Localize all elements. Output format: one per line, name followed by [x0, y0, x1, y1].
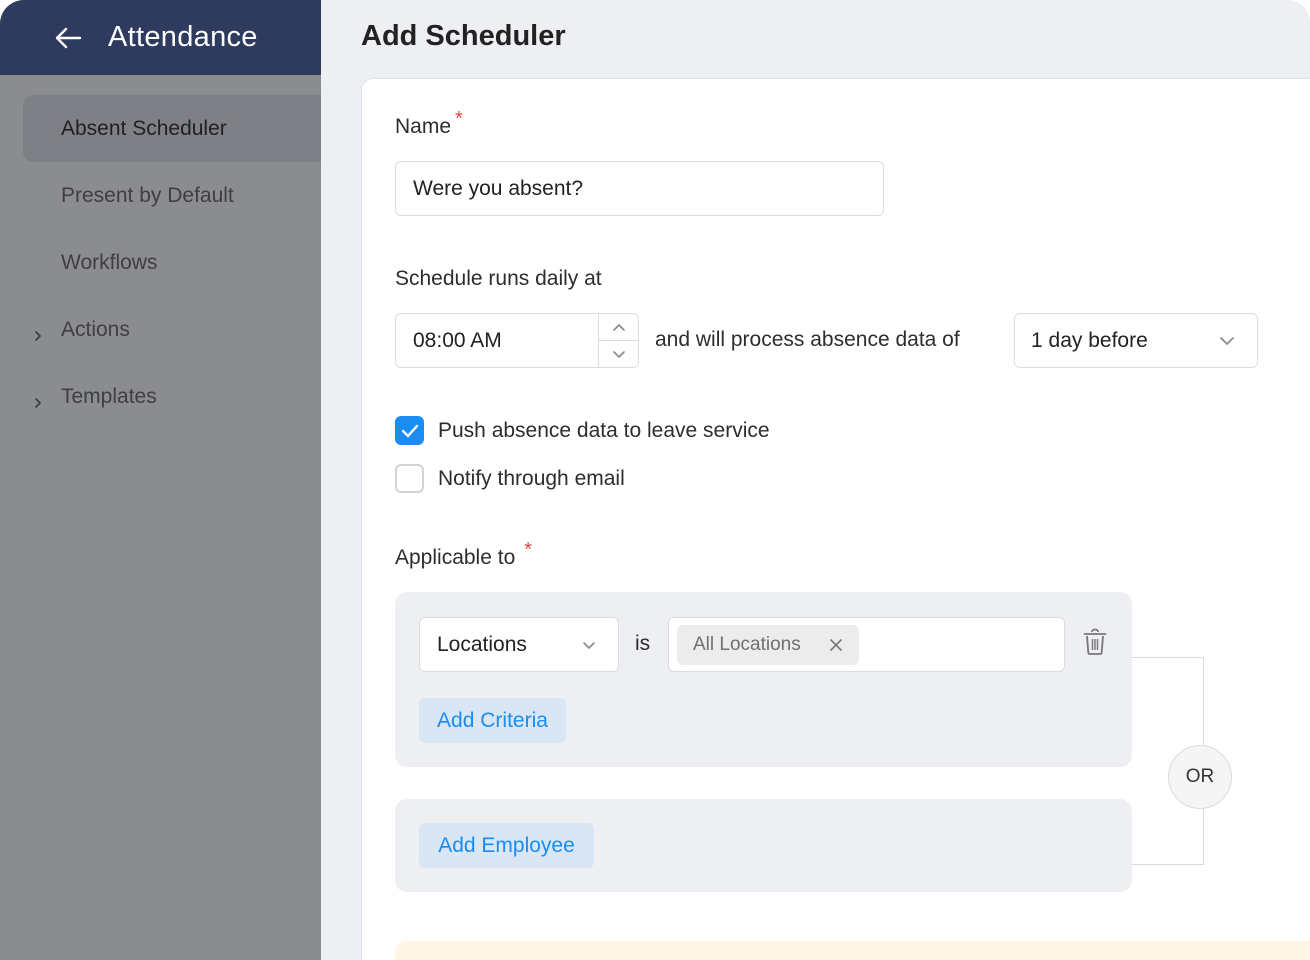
- schedule-label: Schedule runs daily at: [395, 267, 602, 291]
- period-select[interactable]: 1 day before: [1014, 313, 1258, 368]
- chevron-down-icon: [612, 350, 626, 359]
- add-employee-button[interactable]: Add Employee: [419, 823, 594, 868]
- chevron-down-icon: [582, 641, 596, 650]
- chevron-down-icon: [1219, 336, 1235, 346]
- name-input[interactable]: Were you absent?: [395, 161, 884, 216]
- criteria-field-value: Locations: [437, 633, 527, 657]
- period-select-value: 1 day before: [1031, 329, 1148, 353]
- chevron-right-icon: [32, 391, 44, 403]
- push-absence-label: Push absence data to leave service: [438, 419, 770, 443]
- criteria-group: Locations is All Locations Add Criteria: [395, 592, 1132, 767]
- push-absence-option: Push absence data to leave service: [395, 416, 770, 445]
- applicable-to-label: Applicable to*: [395, 546, 532, 570]
- sidebar-item-label: Absent Scheduler: [61, 117, 227, 141]
- arrow-left-icon[interactable]: [54, 24, 82, 52]
- required-asterisk: *: [455, 108, 463, 130]
- name-label-text: Name: [395, 115, 451, 138]
- criteria-operator: is: [635, 632, 650, 656]
- name-label: Name*: [395, 115, 463, 139]
- sidebar-title: Attendance: [108, 21, 258, 54]
- notify-email-checkbox[interactable]: [395, 464, 424, 493]
- schedule-connector-text: and will process absence data of: [655, 328, 960, 352]
- chevron-up-icon: [612, 323, 626, 332]
- employee-group: Add Employee: [395, 799, 1132, 892]
- close-icon[interactable]: [829, 638, 843, 652]
- sidebar-item-absent-scheduler[interactable]: Absent Scheduler: [23, 95, 321, 162]
- time-input[interactable]: 08:00 AM: [395, 313, 639, 368]
- notify-email-label: Notify through email: [438, 467, 625, 491]
- notify-email-option: Notify through email: [395, 464, 625, 493]
- push-absence-checkbox[interactable]: [395, 416, 424, 445]
- notice-banner: [395, 941, 1310, 960]
- name-input-value: Were you absent?: [413, 177, 583, 201]
- applicable-to-label-text: Applicable to: [395, 546, 515, 569]
- sidebar-item-workflows[interactable]: Workflows: [0, 229, 321, 296]
- sidebar-item-label: Templates: [61, 385, 157, 409]
- stepper-down-button[interactable]: [599, 340, 638, 367]
- chevron-right-icon: [32, 324, 44, 336]
- add-criteria-button[interactable]: Add Criteria: [419, 698, 566, 743]
- main-content: Add Scheduler Name* Were you absent? Sch…: [321, 0, 1310, 960]
- sidebar-item-label: Actions: [61, 318, 130, 342]
- sidebar-item-present-by-default[interactable]: Present by Default: [0, 162, 321, 229]
- checkmark-icon: [401, 424, 419, 438]
- trash-icon[interactable]: [1083, 628, 1107, 661]
- sidebar-item-templates[interactable]: Templates: [0, 363, 321, 430]
- scheduler-form-card: Name* Were you absent? Schedule runs dai…: [361, 78, 1310, 960]
- value-chip-label: All Locations: [693, 634, 801, 656]
- or-badge: OR: [1168, 745, 1232, 809]
- time-input-value: 08:00 AM: [413, 329, 502, 353]
- sidebar: Attendance Absent Scheduler Present by D…: [0, 0, 321, 960]
- criteria-field-select[interactable]: Locations: [419, 617, 619, 672]
- time-stepper: [598, 314, 638, 367]
- required-asterisk: *: [524, 539, 532, 561]
- sidebar-item-label: Workflows: [61, 251, 157, 275]
- value-chip: All Locations: [677, 625, 859, 665]
- stepper-up-button[interactable]: [599, 314, 638, 340]
- page-title: Add Scheduler: [361, 20, 566, 53]
- criteria-value-input[interactable]: All Locations: [668, 617, 1065, 672]
- sidebar-header: Attendance: [0, 0, 321, 75]
- sidebar-item-label: Present by Default: [61, 184, 234, 208]
- sidebar-nav: Absent Scheduler Present by Default Work…: [0, 75, 321, 430]
- sidebar-item-actions[interactable]: Actions: [0, 296, 321, 363]
